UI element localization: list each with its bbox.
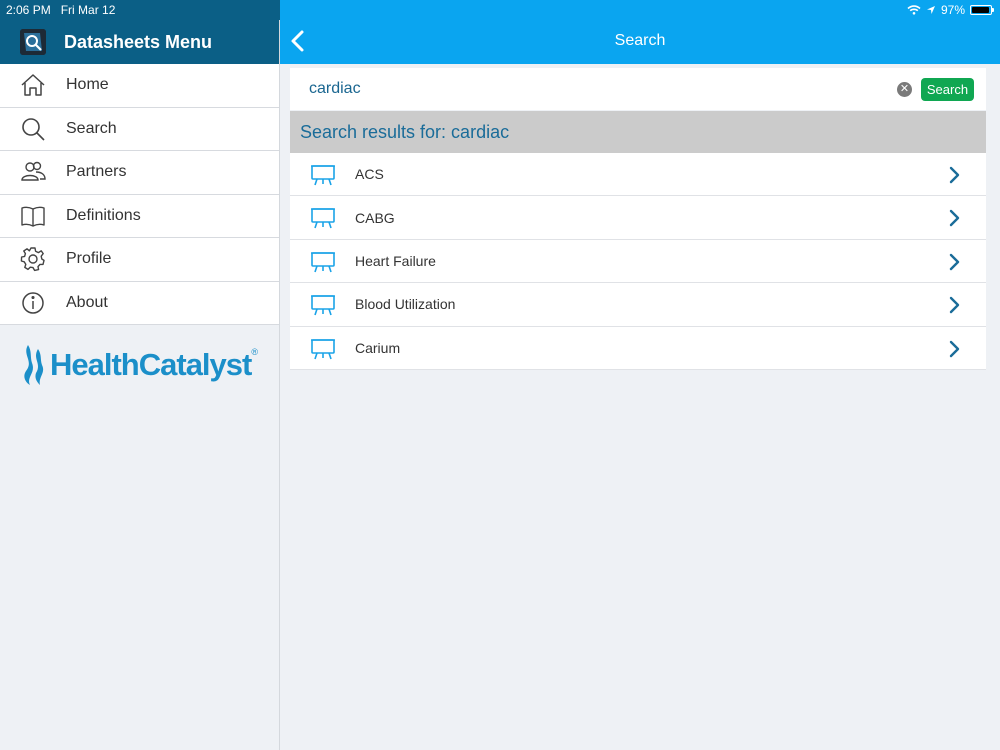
presentation-icon (311, 295, 335, 316)
chevron-right-icon (949, 253, 960, 270)
search-panel: ✕ Search (290, 68, 986, 110)
status-date: Fri Mar 12 (60, 3, 116, 17)
status-bar-right: 97% (907, 0, 1000, 20)
sidebar-item-about[interactable]: About (0, 282, 279, 325)
gear-icon (20, 246, 46, 272)
location-icon (926, 6, 935, 14)
health-catalyst-logo: HealthCatalyst® (0, 343, 279, 387)
presentation-icon (311, 251, 335, 273)
result-label: CABG (355, 209, 395, 226)
status-time: 2:06 PM (6, 3, 51, 17)
sidebar: Datasheets Menu Home Search Partners Def… (0, 0, 280, 750)
result-row-blood-utilization[interactable]: Blood Utilization (290, 283, 986, 327)
clear-search-button[interactable]: ✕ (897, 82, 912, 97)
search-input[interactable] (300, 74, 880, 104)
sidebar-item-definitions[interactable]: Definitions (0, 195, 279, 238)
app-logo-icon (20, 29, 46, 55)
chevron-right-icon (949, 340, 960, 357)
flame-icon (24, 345, 44, 385)
result-row-carium[interactable]: Carium (290, 327, 986, 370)
sidebar-item-label: Partners (66, 163, 127, 181)
results-heading: Search results for: cardiac (290, 111, 986, 153)
search-button[interactable]: Search (921, 78, 974, 101)
top-bar: Search (280, 0, 1000, 64)
chevron-right-icon (949, 296, 960, 314)
status-bar-left: 2:06 PM Fri Mar 12 (0, 0, 280, 20)
search-icon (20, 116, 46, 142)
result-label: ACS (355, 166, 384, 183)
book-icon (20, 203, 46, 229)
info-icon (20, 290, 46, 316)
result-row-acs[interactable]: ACS (290, 153, 986, 197)
page-title: Search (614, 32, 666, 49)
sidebar-item-profile[interactable]: Profile (0, 238, 279, 282)
battery-percent: 97% (940, 3, 965, 17)
sidebar-item-search[interactable]: Search (0, 108, 279, 151)
result-label: Carium (355, 339, 401, 356)
chevron-right-icon (949, 210, 960, 227)
home-icon (20, 72, 46, 98)
presentation-icon (311, 338, 335, 359)
sidebar-item-label: About (66, 293, 108, 311)
sidebar-item-label: Definitions (66, 206, 141, 224)
battery-level (972, 7, 990, 13)
brand-name: HealthCatalyst (50, 347, 252, 382)
sidebar-item-label: Search (66, 119, 117, 137)
presentation-icon (311, 208, 335, 229)
sidebar-item-partners[interactable]: Partners (0, 151, 279, 195)
sidebar-item-label: Profile (66, 250, 112, 268)
results-list: ACS CABG Heart Failure Blood Utilization… (290, 153, 986, 370)
sidebar-item-label: Home (66, 76, 109, 94)
sidebar-item-home[interactable]: Home (0, 64, 279, 108)
partners-icon (20, 159, 46, 185)
result-label: Heart Failure (355, 252, 436, 269)
presentation-icon (311, 165, 335, 186)
nav-list: Home Search Partners Definitions Profile… (0, 64, 279, 325)
result-label: Blood Utilization (355, 296, 456, 313)
battery-icon (970, 5, 994, 15)
sidebar-title: Datasheets Menu (64, 31, 213, 52)
registered-mark: ® (251, 347, 258, 357)
result-row-heart-failure[interactable]: Heart Failure (290, 240, 986, 284)
result-row-cabg[interactable]: CABG (290, 196, 986, 240)
wifi-icon (907, 5, 921, 15)
chevron-right-icon (949, 166, 960, 184)
